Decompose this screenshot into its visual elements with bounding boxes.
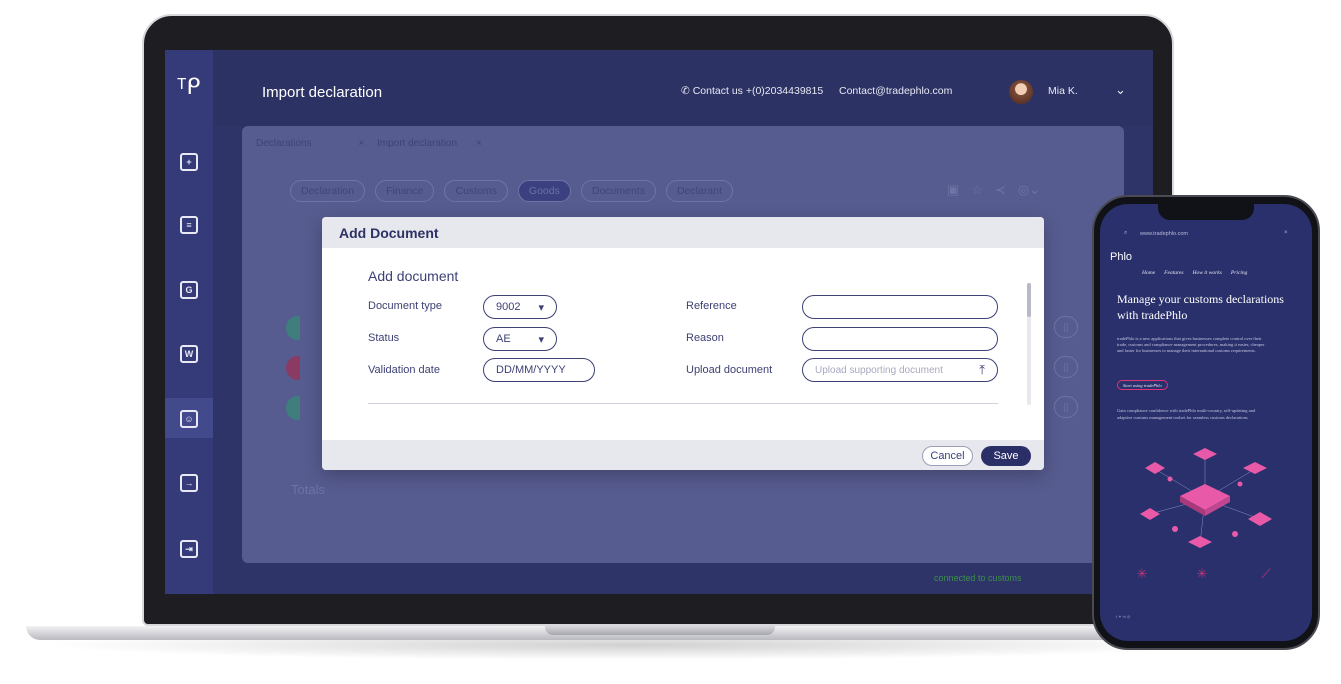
save-button[interactable]: Save	[981, 446, 1031, 466]
breadcrumb-declarations[interactable]: Declarations	[256, 138, 312, 149]
reason-input[interactable]	[802, 327, 998, 351]
tab-finance[interactable]: Finance	[375, 180, 435, 202]
save-icon[interactable]: ▣	[947, 182, 959, 198]
upload-icon[interactable]: ⤒	[979, 362, 985, 378]
phone-icon: ✆	[681, 85, 693, 97]
phone-notch	[1158, 204, 1254, 220]
close-icon[interactable]: ×	[476, 138, 482, 149]
close-icon[interactable]: ×	[1284, 230, 1288, 236]
chevron-down-icon[interactable]: ⌄	[1115, 82, 1126, 98]
phone-hero-title: Manage your customs declarations with tr…	[1117, 292, 1284, 322]
phone-screen: ⌕ www.tradephlo.com × Phlo Home Features…	[1100, 204, 1312, 641]
new-declaration-icon[interactable]: +	[180, 153, 198, 171]
tab-goods[interactable]: Goods	[517, 180, 571, 202]
upload-placeholder: Upload supporting document	[815, 364, 943, 376]
modal-subtitle: Add document	[368, 268, 459, 284]
modal-scrollbar-thumb[interactable]	[1027, 283, 1031, 317]
feature-icon: ✳	[1196, 566, 1208, 581]
laptop-screen: ᵀᑭ + ≡ G W ☺ → ⇥ Import declaration ✆ Co…	[165, 50, 1153, 594]
nav-pricing[interactable]: Pricing	[1231, 270, 1248, 276]
start-using-button[interactable]: Start using tradePhlo	[1117, 380, 1168, 390]
breadcrumb: Declarations × Import declaration ×	[256, 138, 490, 149]
isometric-network-illustration	[1140, 448, 1272, 548]
user-name: Mia K.	[1048, 85, 1078, 97]
phone-hero-text: tradePhlo is a new applications that giv…	[1117, 336, 1265, 353]
nav-features[interactable]: Features	[1164, 270, 1183, 276]
contact-phone[interactable]: ✆ Contact us +(0)2034439815	[681, 85, 823, 97]
social-icons[interactable]: f ✦ in ◎	[1116, 614, 1296, 620]
feature-icon: ✳	[1136, 566, 1148, 581]
add-document-modal: Add Document Add document Document type …	[322, 217, 1044, 470]
upload-document-label: Upload document	[686, 364, 773, 376]
nav-home[interactable]: Home	[1142, 270, 1155, 276]
tab-customs[interactable]: Customs	[444, 180, 508, 202]
connection-status: connected to customs	[934, 573, 1022, 583]
phone-logo[interactable]: Phlo	[1110, 251, 1132, 263]
row-indicator	[286, 356, 300, 380]
reference-label: Reference	[686, 300, 737, 312]
share-icon[interactable]: ≺	[995, 182, 1006, 198]
document-type-label: Document type	[368, 300, 442, 312]
row-indicator	[286, 316, 300, 340]
document-type-value: 9002	[496, 301, 521, 313]
tradephlo-logo-icon: ᵀᑭ	[177, 74, 201, 99]
logout-icon[interactable]: ⇥	[180, 540, 198, 558]
cancel-button[interactable]: Cancel	[922, 446, 973, 466]
trash-icon[interactable]: ▯	[1054, 356, 1078, 378]
modal-divider	[368, 403, 998, 404]
reference-input[interactable]	[802, 295, 998, 319]
laptop-notch	[545, 626, 775, 635]
nav-how-it-works[interactable]: How it works	[1193, 270, 1222, 276]
validation-date-input[interactable]: DD/MM/YYYY	[483, 358, 595, 382]
modal-title: Add Document	[322, 217, 1044, 248]
validation-date-label: Validation date	[368, 364, 440, 376]
phone-url[interactable]: www.tradephlo.com	[1140, 231, 1188, 237]
toolbar-icons: ▣ ☆ ≺ ◎⌄	[947, 182, 1040, 198]
tab-declarant[interactable]: Declarant	[665, 180, 733, 202]
avatar[interactable]	[1009, 80, 1033, 104]
goods-icon[interactable]: G	[180, 281, 198, 299]
upload-document-field[interactable]: Upload supporting document ⤒	[802, 358, 998, 382]
trash-icon[interactable]: ▯	[1054, 396, 1078, 418]
chevron-down-icon: ▾	[538, 301, 544, 314]
star-icon[interactable]: ☆	[971, 182, 983, 198]
row-indicator	[286, 396, 300, 420]
contact-phone-text: Contact us +(0)2034439815	[692, 85, 824, 97]
phone-nav: Home Features How it works Pricing	[1142, 270, 1247, 276]
search-icon[interactable]: ⌕	[1124, 230, 1127, 237]
breadcrumb-import-declaration[interactable]: Import declaration	[377, 138, 457, 149]
tab-declaration[interactable]: Declaration	[290, 180, 366, 202]
document-type-select[interactable]: 9002 ▾	[483, 295, 557, 319]
feature-icon: ⟋	[1261, 566, 1271, 581]
reason-label: Reason	[686, 332, 724, 344]
tab-documents[interactable]: Documents	[580, 180, 656, 202]
document-list-icon[interactable]: ≡	[180, 216, 198, 234]
sidebar: ᵀᑭ + ≡ G W ☺ → ⇥	[165, 50, 213, 594]
status-value: AE	[496, 333, 511, 345]
contact-email[interactable]: Contact@tradephlo.com	[839, 85, 952, 97]
tab-bar: Declaration Finance Customs Goods Docume…	[290, 180, 733, 202]
device-mockup-stage: ᵀᑭ + ≡ G W ☺ → ⇥ Import declaration ✆ Co…	[0, 0, 1341, 684]
phone-sub-text: Gain compliance confidence with tradePhl…	[1117, 408, 1256, 420]
profile-icon[interactable]: ☺	[180, 410, 198, 428]
warehouse-icon[interactable]: W	[180, 345, 198, 363]
app-header: Import declaration ✆ Contact us +(0)2034…	[213, 50, 1153, 126]
status-label: Status	[368, 332, 400, 344]
trash-icon[interactable]: ▯	[1054, 316, 1078, 338]
chevron-down-icon: ▾	[538, 333, 544, 346]
close-icon[interactable]: ×	[358, 138, 364, 149]
status-select[interactable]: AE ▾	[483, 327, 557, 351]
options-icon[interactable]: ◎⌄	[1018, 182, 1040, 198]
totals-label: Totals	[291, 482, 325, 497]
page-title: Import declaration	[262, 84, 383, 101]
import-icon[interactable]: →	[180, 474, 198, 492]
